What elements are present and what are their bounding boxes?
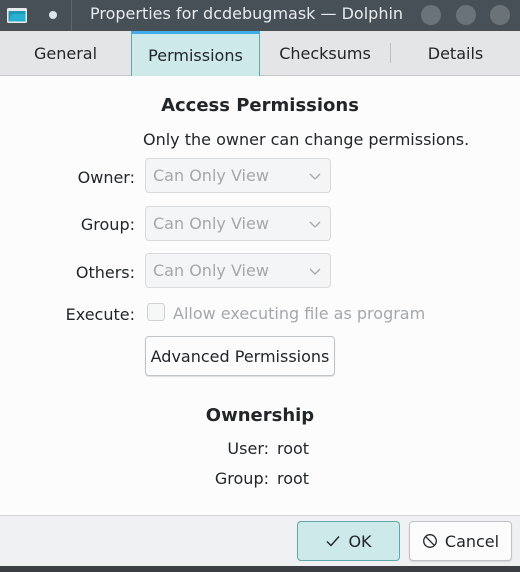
cancel-button[interactable]: Cancel xyxy=(409,521,512,561)
dolphin-folder-icon xyxy=(7,8,27,23)
access-permissions-heading: Access Permissions xyxy=(161,95,359,116)
ownership-heading: Ownership xyxy=(205,405,315,426)
ok-button-label: OK xyxy=(348,531,372,551)
ok-button[interactable]: OK xyxy=(297,521,400,561)
tab-bar: General Permissions Checksums Details xyxy=(0,31,520,76)
tab-details[interactable]: Details xyxy=(391,32,520,74)
chevron-down-icon xyxy=(309,221,321,228)
advanced-permissions-button[interactable]: Advanced Permissions xyxy=(145,336,335,376)
permissions-panel: Access Permissions Only the owner can ch… xyxy=(0,76,520,516)
window-title: Properties for dcdebugmask — Dolphin xyxy=(90,4,404,23)
pin-icon[interactable] xyxy=(49,11,57,19)
others-permission-combo[interactable]: Can Only View xyxy=(145,253,331,288)
ownership-group-value: root xyxy=(277,469,310,488)
others-label: Others: xyxy=(75,263,135,282)
ownership-group-label: Group: xyxy=(214,469,269,488)
minimize-button[interactable] xyxy=(421,5,441,25)
ownership-user-label: User: xyxy=(227,439,269,458)
group-label: Group: xyxy=(80,215,135,234)
cancel-button-label: Cancel xyxy=(444,531,500,551)
close-button[interactable] xyxy=(490,5,510,25)
others-permission-value: Can Only View xyxy=(153,261,269,280)
cancel-circle-icon xyxy=(422,534,437,548)
owner-label: Owner: xyxy=(77,168,135,187)
tab-permissions[interactable]: Permissions xyxy=(131,31,260,76)
tab-label: General xyxy=(33,43,98,63)
tab-label: Permissions xyxy=(148,45,243,65)
title-bar[interactable]: Properties for dcdebugmask — Dolphin xyxy=(0,0,520,31)
tab-checksums[interactable]: Checksums xyxy=(260,32,390,74)
titlebar-separator xyxy=(71,0,72,31)
checkmark-icon xyxy=(326,536,340,547)
execute-label: Execute: xyxy=(65,305,135,324)
tab-label: Checksums xyxy=(279,43,371,63)
execute-checkbox[interactable] xyxy=(147,303,165,321)
execute-checkbox-label[interactable]: Allow executing file as program xyxy=(173,304,425,323)
properties-dialog: General Permissions Checksums Details Ac… xyxy=(0,31,520,566)
group-permission-value: Can Only View xyxy=(153,214,269,233)
ownership-user-value: root xyxy=(277,439,310,458)
maximize-button[interactable] xyxy=(456,5,476,25)
owner-permission-combo[interactable]: Can Only View xyxy=(145,158,331,193)
tab-general[interactable]: General xyxy=(0,32,131,74)
tab-label: Details xyxy=(427,43,484,63)
owner-permission-value: Can Only View xyxy=(153,166,269,185)
group-permission-combo[interactable]: Can Only View xyxy=(145,206,331,241)
chevron-down-icon xyxy=(309,268,321,275)
chevron-down-icon xyxy=(309,173,321,180)
permissions-note: Only the owner can change permissions. xyxy=(143,130,470,149)
